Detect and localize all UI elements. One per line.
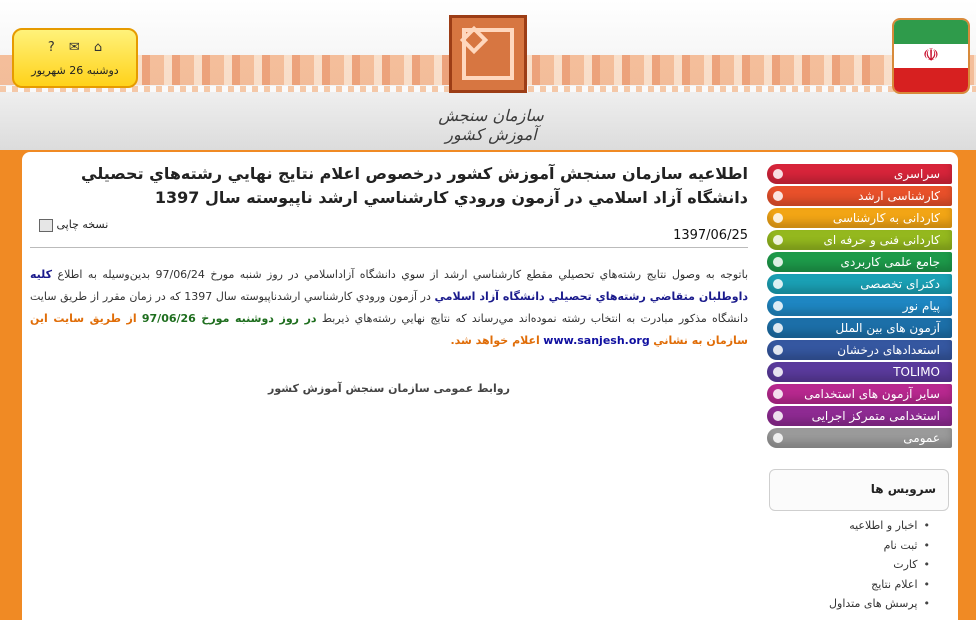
org-logo[interactable]: سازمان سنجش آموزش کشور xyxy=(431,10,544,150)
article-title: اطلاعيه سازمان سنجش آموزش کشور درخصوص اع… xyxy=(81,164,748,207)
menu-item[interactable]: استعدادهای درخشان xyxy=(767,340,952,360)
menu-item[interactable]: دکترای تخصصی xyxy=(767,274,952,294)
menu-item[interactable]: کاردانی به کارشناسی xyxy=(767,208,952,228)
logo-emblem xyxy=(449,15,527,93)
article: اطلاعيه سازمان سنجش آموزش کشور درخصوص اع… xyxy=(30,162,748,395)
site-header: ? ✉ ⌂ دوشنبه 26 شهریور سازمان سنجش آموزش… xyxy=(0,0,976,150)
quick-tools-box: ? ✉ ⌂ دوشنبه 26 شهریور xyxy=(12,28,138,88)
service-link[interactable]: اخبار و اطلاعیه xyxy=(770,516,930,536)
bullet-icon xyxy=(773,411,783,421)
menu-item[interactable]: TOLIMO xyxy=(767,362,952,382)
sanjesh-link[interactable]: www.sanjesh.org xyxy=(543,334,649,347)
bullet-icon xyxy=(773,345,783,355)
print-label: نسخه چاپی xyxy=(56,218,109,231)
menu-item[interactable]: سراسری xyxy=(767,164,952,184)
bullet-icon xyxy=(773,301,783,311)
bullet-icon xyxy=(773,367,783,377)
bullet-icon xyxy=(773,389,783,399)
menu-item[interactable]: پیام نور xyxy=(767,296,952,316)
home-icon[interactable]: ⌂ xyxy=(94,40,102,55)
services-list: اخبار و اطلاعیهثبت نامکارتاعلام نتایجپرس… xyxy=(770,516,930,614)
service-link[interactable]: کارت xyxy=(770,555,930,575)
bullet-icon xyxy=(773,257,783,267)
menu-item-label: دکترای تخصصی xyxy=(860,277,940,291)
menu-item-label: سراسری xyxy=(893,167,940,181)
bullet-icon xyxy=(773,169,783,179)
service-link[interactable]: اعلام نتایج xyxy=(770,575,930,595)
menu-item-label: TOLIMO xyxy=(893,365,940,379)
bullet-icon xyxy=(773,433,783,443)
menu-item-label: استعدادهای درخشان xyxy=(837,343,940,357)
article-meta: 1397/06/25 نسخه چاپی xyxy=(30,218,748,248)
bullet-icon xyxy=(773,191,783,201)
services-box-title: سرویس ها xyxy=(769,469,949,511)
menu-item[interactable]: آزمون های بین الملل xyxy=(767,318,952,338)
bullet-icon xyxy=(773,235,783,245)
exam-menu: سراسری کارشناسی ارشد کاردانی به کارشناسی کا… xyxy=(767,164,952,450)
menu-item-label: جامع علمی کاربردی xyxy=(840,255,940,269)
org-name: سازمان سنجش آموزش کشور xyxy=(438,106,544,144)
menu-item-label: استخدامی متمرکز اجرایی xyxy=(811,409,940,423)
print-button[interactable]: نسخه چاپی xyxy=(34,218,108,232)
menu-item-label: کاردانی به کارشناسی xyxy=(832,211,940,225)
iran-flag-icon: ☫ xyxy=(892,18,970,94)
bullet-icon xyxy=(773,323,783,333)
article-body: باتوجه به وصول نتايج رشته‌هاي تحصيلي مقط… xyxy=(30,268,749,347)
menu-item-label: کاردانی فنی و حرفه ای xyxy=(823,233,940,247)
highlight-date: در روز دوشنبه مورخ 97/06/26 xyxy=(141,312,317,325)
service-link[interactable]: پرسش های متداول xyxy=(770,594,930,614)
menu-item[interactable]: کاردانی فنی و حرفه ای xyxy=(767,230,952,250)
help-icon[interactable]: ? xyxy=(48,40,55,55)
menu-item[interactable]: کارشناسی ارشد xyxy=(767,186,952,206)
bullet-icon xyxy=(773,279,783,289)
highlight-announce: اعلام خواهد شد. xyxy=(450,334,540,347)
menu-item[interactable]: جامع علمی کاربردی xyxy=(767,252,952,272)
menu-item-label: عمومی xyxy=(903,431,940,445)
service-link[interactable]: ثبت نام xyxy=(770,536,930,556)
current-date: دوشنبه 26 شهریور xyxy=(31,64,119,77)
menu-item-label: پیام نور xyxy=(902,299,940,313)
printer-icon xyxy=(39,218,53,232)
article-signature: روابط عمومی سازمان سنجش آموزش کشور xyxy=(268,382,510,395)
menu-item-label: آزمون های بین الملل xyxy=(835,321,940,335)
menu-item-label: سایر آزمون های استخدامی xyxy=(804,387,940,401)
menu-item[interactable]: استخدامی متمرکز اجرایی xyxy=(767,406,952,426)
article-date: 1397/06/25 xyxy=(673,228,748,243)
menu-item[interactable]: عمومی xyxy=(767,428,952,448)
menu-item[interactable]: سایر آزمون های استخدامی xyxy=(767,384,952,404)
bullet-icon xyxy=(773,213,783,223)
menu-item-label: کارشناسی ارشد xyxy=(858,189,940,203)
mail-icon[interactable]: ✉ xyxy=(69,40,80,55)
